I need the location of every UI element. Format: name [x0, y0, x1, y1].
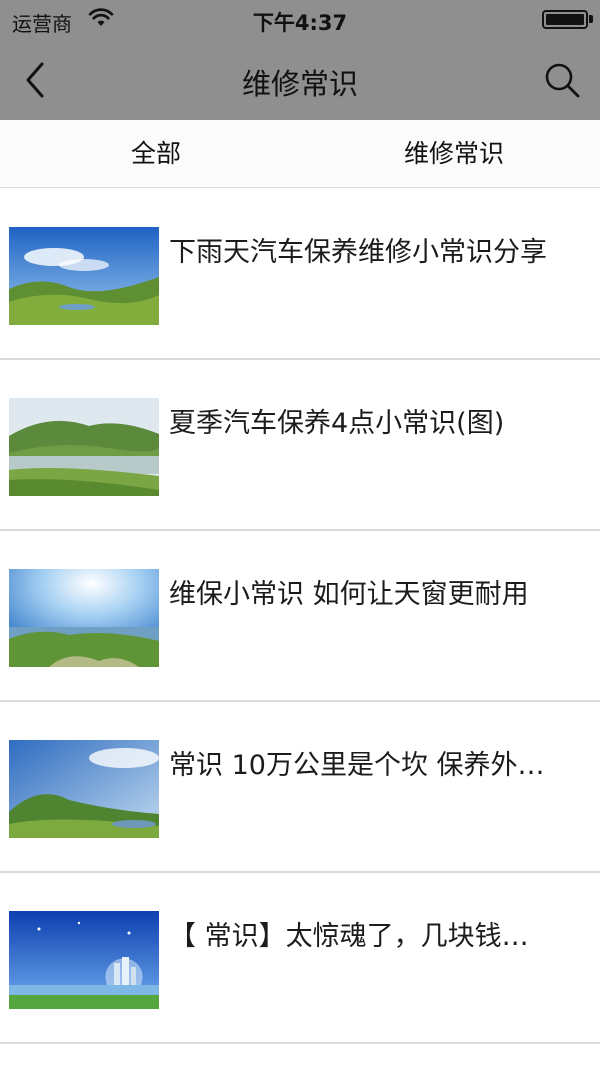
article-list: 下雨天汽车保养维修小常识分享 夏季汽车保养4点小常识(图) 维保小常识 如何让天… [0, 189, 600, 1044]
article-item[interactable]: 维保小常识 如何让天窗更耐用 [0, 531, 600, 702]
page-title: 维修常识 [241, 67, 358, 101]
article-title: 下雨天汽车保养维修小常识分享 [169, 237, 547, 268]
search-icon [545, 63, 580, 98]
article-thumbnail [9, 398, 159, 496]
category-tabs: 全部 维修常识 [0, 120, 600, 188]
battery-icon [542, 10, 588, 29]
article-title: 【 常识】太惊魂了，几块钱… [169, 921, 529, 952]
article-thumbnail [9, 569, 159, 667]
search-button[interactable] [542, 60, 582, 100]
article-title: 维保小常识 如何让天窗更耐用 [169, 579, 529, 610]
status-time: 下午4:37 [252, 11, 348, 35]
article-thumbnail [9, 911, 159, 1009]
article-thumbnail [9, 740, 159, 838]
tab-all[interactable]: 全部 [6, 120, 306, 188]
article-thumbnail [9, 227, 159, 325]
battery-tip [589, 15, 593, 23]
article-title: 常识 10万公里是个坎 保养外… [169, 750, 545, 781]
article-item[interactable]: 【 常识】太惊魂了，几块钱… [0, 873, 600, 1044]
article-title: 夏季汽车保养4点小常识(图) [169, 408, 505, 439]
status-bar: 运营商 下午4:37 [0, 0, 600, 40]
navigation-bar: 维修常识 [0, 40, 600, 120]
article-item[interactable]: 夏季汽车保养4点小常识(图) [0, 360, 600, 531]
tab-repair-tips[interactable]: 维修常识 [304, 120, 600, 188]
article-item[interactable]: 下雨天汽车保养维修小常识分享 [0, 189, 600, 360]
article-item[interactable]: 常识 10万公里是个坎 保养外… [0, 702, 600, 873]
